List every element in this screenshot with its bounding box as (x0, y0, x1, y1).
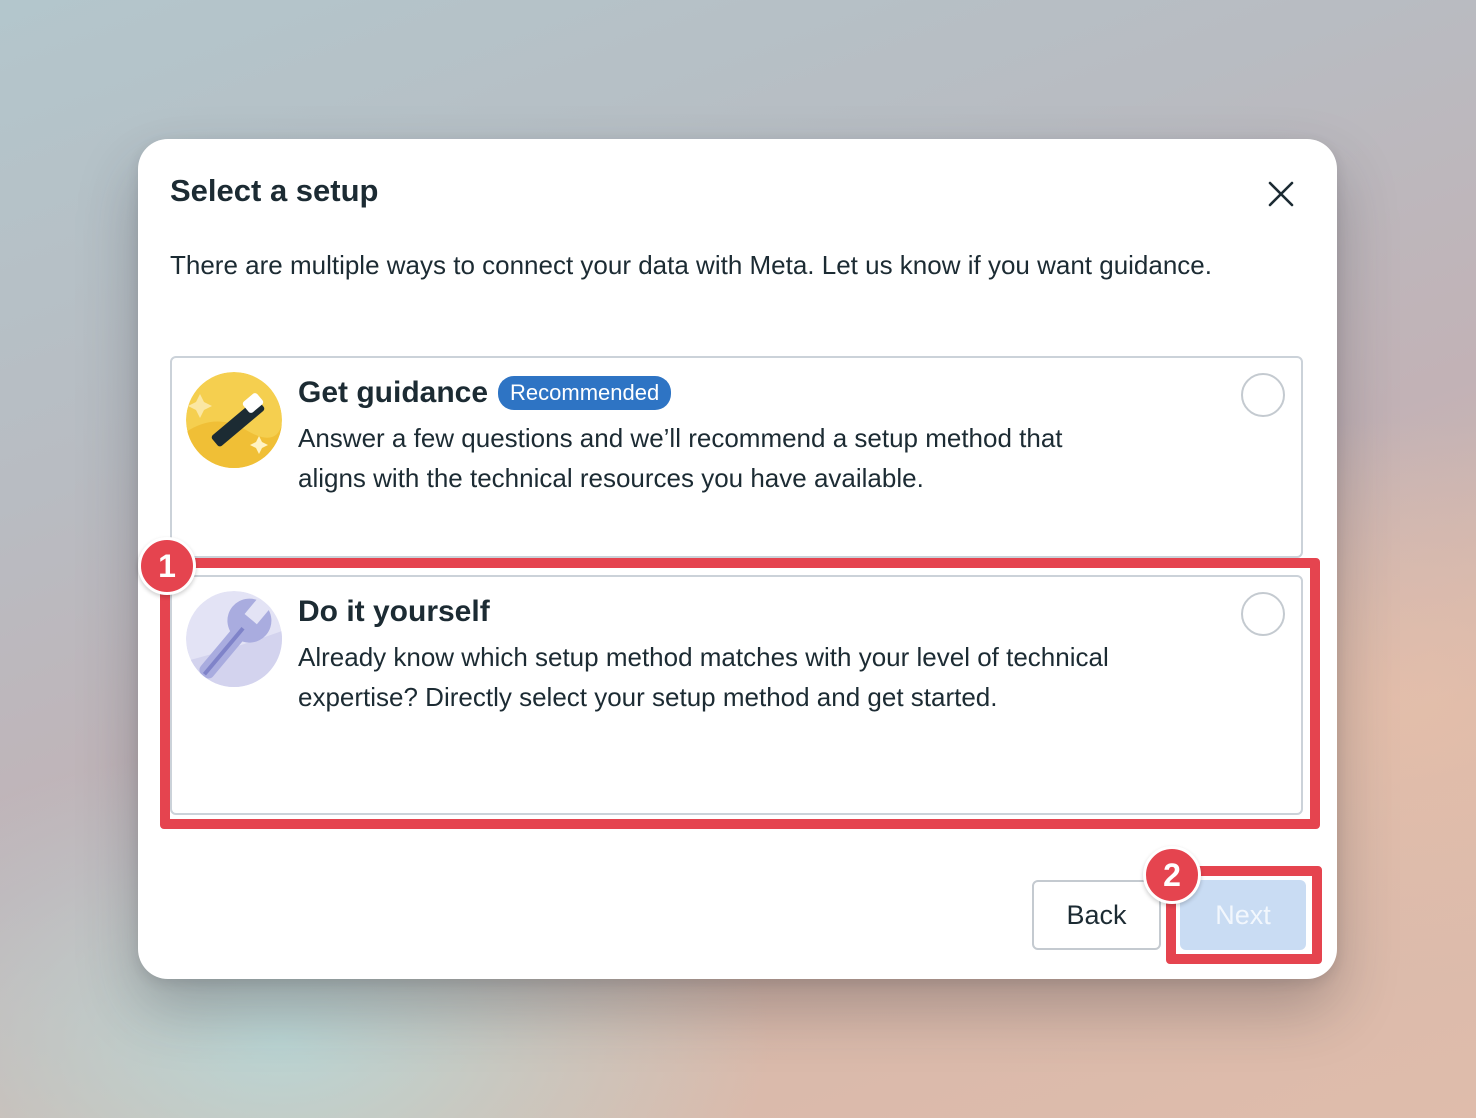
option-description: Already know which setup method matches … (298, 642, 1109, 712)
step-marker-1: 1 (138, 537, 196, 595)
radio-do-it-yourself[interactable] (1241, 592, 1285, 636)
recommended-badge: Recommended (498, 376, 672, 410)
dialog-title: Select a setup (170, 173, 379, 208)
option-title: Do it yourself (298, 595, 490, 628)
option-description: Answer a few questions and we’ll recomme… (298, 423, 1063, 493)
close-button[interactable] (1262, 175, 1300, 213)
dialog-intro: There are multiple ways to connect your … (170, 250, 1212, 280)
wrench-icon (186, 591, 282, 687)
magic-wand-icon (186, 372, 282, 468)
option-do-it-yourself[interactable]: Do it yourself Already know which setup … (170, 575, 1303, 815)
step-marker-2: 2 (1143, 846, 1201, 904)
close-icon (1268, 181, 1294, 207)
radio-get-guidance[interactable] (1241, 373, 1285, 417)
option-title: Get guidance (298, 376, 489, 409)
option-get-guidance[interactable]: Get guidance Recommended Answer a few qu… (170, 356, 1303, 558)
back-button[interactable]: Back (1032, 880, 1161, 950)
next-button[interactable]: Next (1180, 880, 1306, 950)
